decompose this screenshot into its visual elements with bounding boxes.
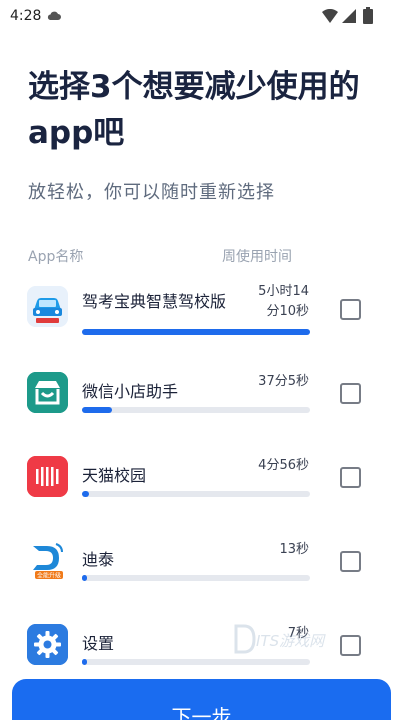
usage-bar (82, 575, 310, 581)
app-checkbox[interactable] (340, 467, 361, 488)
next-step-button[interactable]: 下一步 (12, 679, 391, 720)
app-usage-time: 5小时14 分10秒 (258, 282, 309, 322)
usage-bar-fill (82, 575, 87, 581)
signal-icon (342, 9, 356, 23)
battery-icon (363, 7, 373, 24)
usage-bar-fill (82, 659, 87, 665)
app-name: 天猫校园 (82, 466, 147, 485)
list-item[interactable]: 天猫校园 4分56秒 (0, 450, 404, 534)
watermark-text: ITS游戏网 (256, 632, 325, 650)
column-header-weekly-time: 周使用时间 (222, 249, 292, 265)
app-name: 迪泰 (82, 550, 115, 569)
app-checkbox[interactable] (340, 551, 361, 572)
tmall-app-icon (27, 456, 68, 497)
page-title: 选择3个想要减少使用的app吧 (28, 69, 360, 151)
column-header-app-name: App名称 (28, 249, 84, 265)
app-name: 微信小店助手 (82, 382, 179, 401)
usage-bar (82, 329, 310, 335)
app-usage-time: 13秒 (279, 542, 309, 557)
settings-gear-icon (27, 624, 68, 665)
list-item[interactable]: 驾考宝典智慧驾校版 5小时14 分10秒 (0, 282, 404, 366)
usage-bar-fill (82, 491, 89, 497)
list-item[interactable]: 全能升级 迪泰 13秒 (0, 534, 404, 618)
usage-bar (82, 491, 310, 497)
cloud-icon (47, 11, 61, 20)
car-app-icon (27, 286, 68, 327)
ditai-app-icon: 全能升级 (27, 540, 68, 581)
app-usage-time-line1: 5小时14 (258, 284, 309, 299)
list-item[interactable]: 微信小店助手 37分5秒 (0, 366, 404, 450)
app-name: 设置 (82, 634, 115, 653)
status-time: 4:28 (10, 8, 42, 24)
app-usage-time-line2: 分10秒 (266, 304, 309, 319)
wifi-icon (322, 9, 338, 23)
ditai-icon-badge: 全能升级 (37, 572, 61, 580)
app-usage-time: 4分56秒 (258, 458, 309, 473)
status-bar: 4:28 (0, 0, 404, 34)
usage-bar-fill (82, 407, 112, 413)
usage-bar (82, 659, 310, 665)
app-checkbox[interactable] (340, 383, 361, 404)
usage-bar-fill (82, 329, 310, 335)
watermark: ITS游戏网 (232, 622, 362, 656)
app-checkbox[interactable] (340, 299, 361, 320)
usage-bar (82, 407, 310, 413)
watermark-logo-icon (234, 624, 256, 654)
page-subtitle: 放轻松，你可以随时重新选择 (28, 182, 275, 203)
app-name: 驾考宝典智慧驾校版 (82, 292, 227, 311)
app-usage-time: 37分5秒 (258, 374, 309, 389)
shop-app-icon (27, 372, 68, 413)
